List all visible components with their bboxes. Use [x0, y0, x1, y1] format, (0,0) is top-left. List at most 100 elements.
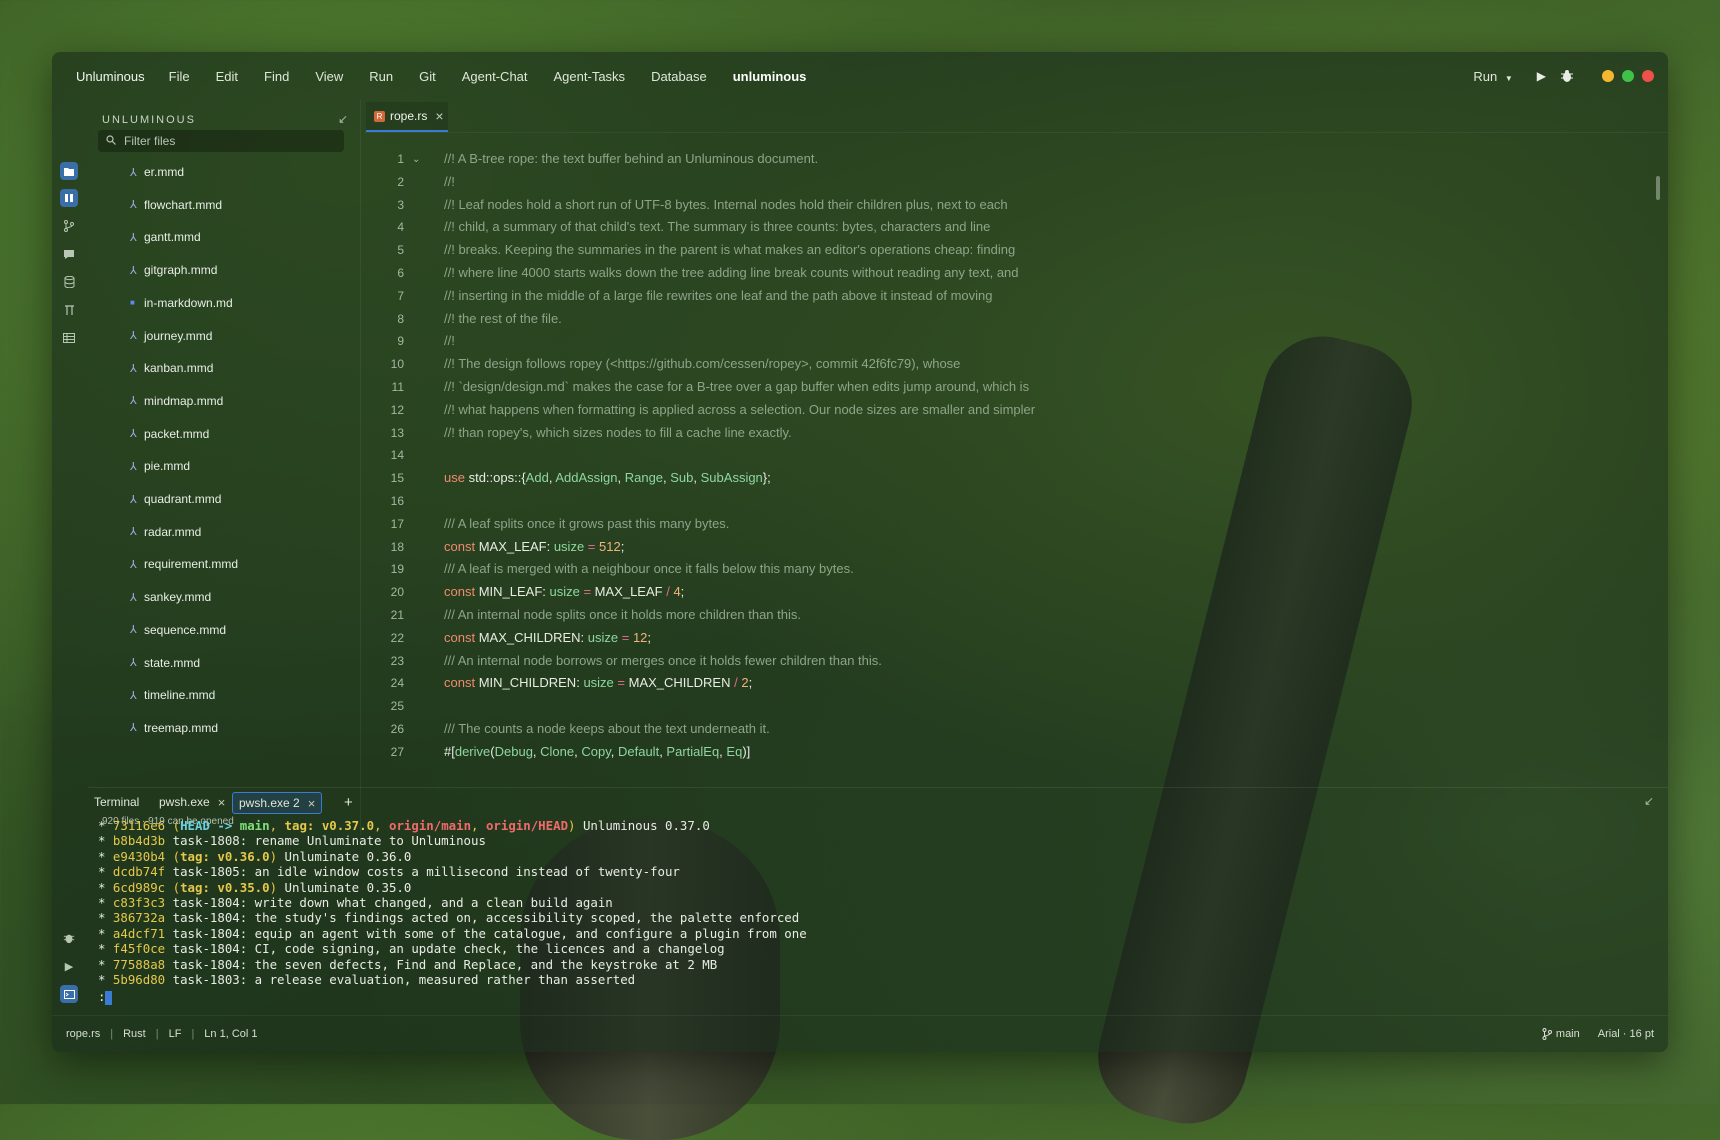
fold-chevron-icon[interactable]: ⌄: [412, 154, 420, 165]
status-file[interactable]: rope.rs: [66, 1028, 100, 1040]
file-item[interactable]: ⅄ gitgraph.mmd: [130, 260, 217, 280]
menu-file[interactable]: File: [169, 69, 190, 84]
file-item[interactable]: ⅄ pie.mmd: [130, 456, 190, 476]
minimize-button[interactable]: [1602, 70, 1614, 82]
code-token: 2: [741, 675, 749, 691]
file-name: timeline.mmd: [144, 688, 216, 703]
pages-icon[interactable]: [60, 189, 78, 207]
close-icon[interactable]: ×: [308, 796, 316, 811]
database-icon[interactable]: [60, 273, 78, 291]
log-token: *: [98, 833, 113, 849]
menu-agent-chat[interactable]: Agent-Chat: [462, 69, 528, 84]
code-token: use: [444, 470, 469, 486]
play-icon[interactable]: ▶: [1537, 69, 1546, 83]
line-number: 2: [397, 174, 404, 189]
explorer-icon[interactable]: [60, 162, 78, 180]
table-icon[interactable]: [60, 329, 78, 347]
code-token: 512: [599, 538, 621, 554]
menu-agent-tasks[interactable]: Agent-Tasks: [554, 69, 626, 84]
source-control-icon[interactable]: [60, 217, 78, 235]
tab-pwsh-2[interactable]: pwsh.exe 2 ×: [232, 792, 323, 814]
code-line: #[derive(Debug, Clone, Copy, Default, Pa…: [444, 744, 750, 759]
log-token: HEAD ->: [180, 818, 240, 833]
code-line: //! child, a summary of that child's tex…: [444, 219, 990, 234]
line-number: 14: [390, 448, 404, 463]
status-language[interactable]: Rust: [123, 1028, 146, 1040]
file-item[interactable]: ⅄ radar.mmd: [130, 522, 201, 542]
code-line: const MIN_CHILDREN: usize = MAX_CHILDREN…: [444, 675, 752, 690]
chat-icon[interactable]: [60, 245, 78, 263]
code-token: #[: [444, 743, 455, 759]
menu-edit[interactable]: Edit: [216, 69, 238, 84]
file-item[interactable]: ⅄ requirement.mmd: [130, 554, 238, 574]
project-name: unluminous: [732, 68, 807, 84]
file-item[interactable]: ⅄ state.mmd: [130, 653, 200, 673]
run-config-select[interactable]: Run ▼: [1473, 69, 1512, 84]
file-item[interactable]: ⅄ kanban.mmd: [130, 358, 213, 378]
debug-icon[interactable]: [60, 929, 78, 947]
code-token: const: [444, 629, 479, 645]
log-token: tag: v0.36.0: [180, 848, 270, 864]
log-token: *: [98, 956, 113, 972]
status-position[interactable]: Ln 1, Col 1: [204, 1028, 257, 1040]
new-terminal-button[interactable]: +: [344, 792, 353, 812]
line-number: 27: [390, 744, 404, 759]
file-item[interactable]: ⅄ flowchart.mmd: [130, 195, 222, 215]
log-token: (: [172, 848, 181, 864]
menu-view[interactable]: View: [315, 69, 343, 84]
tab-rope-rs[interactable]: R rope.rs ×: [366, 102, 448, 132]
git-log-line: * f45f0ce task-1804: CI, code signing, a…: [98, 941, 807, 956]
app-name[interactable]: Unluminous: [76, 69, 145, 84]
code-token: //! where line 4000 starts walks down th…: [444, 265, 1019, 280]
diagram-icon: ⅄: [130, 657, 137, 669]
file-item[interactable]: ⅄ timeline.mmd: [130, 685, 215, 705]
status-eol[interactable]: LF: [169, 1028, 182, 1040]
terminal-output[interactable]: * 73116e6 (HEAD -> main, tag: v0.37.0, o…: [98, 818, 807, 1005]
file-item[interactable]: ⅄ journey.mmd: [130, 326, 212, 346]
chevron-down-icon: ▼: [1504, 73, 1513, 83]
bug-icon[interactable]: [1560, 69, 1574, 83]
line-number: 1: [397, 152, 404, 166]
file-item[interactable]: ⅄ gantt.mmd: [130, 227, 201, 247]
collapse-icon[interactable]: ↙: [1644, 794, 1654, 808]
menu-find[interactable]: Find: [264, 69, 289, 84]
file-item[interactable]: ⅄ er.mmd: [130, 162, 184, 182]
diagram-icon: ⅄: [130, 722, 137, 735]
status-font[interactable]: Arial · 16 pt: [1598, 1028, 1654, 1040]
terminal-prompt[interactable]: :: [98, 989, 807, 1005]
menu-database[interactable]: Database: [651, 69, 707, 84]
file-item[interactable]: ⅄ sequence.mmd: [130, 620, 226, 640]
file-item[interactable]: ⅄ treemap.mmd: [130, 718, 218, 738]
menu-git[interactable]: Git: [419, 69, 436, 84]
file-item[interactable]: ⅄ packet.mmd: [130, 424, 209, 444]
file-item[interactable]: ⅄ mindmap.mmd: [130, 391, 223, 411]
close-icon[interactable]: ×: [435, 108, 443, 124]
code-token: Range: [624, 470, 664, 486]
code-token: usize: [587, 629, 619, 645]
collapse-icon[interactable]: ↙: [338, 112, 348, 126]
menu-run[interactable]: Run: [369, 69, 393, 84]
terminal-icon[interactable]: [60, 985, 78, 1003]
log-token: task-1804: the seven defects, Find and R…: [172, 956, 718, 972]
code-token: ,: [617, 470, 625, 486]
code-line: /// An internal node splits once it hold…: [444, 607, 801, 622]
tasks-icon[interactable]: [60, 301, 78, 319]
zoom-button[interactable]: [1622, 70, 1634, 82]
editor-scrollbar[interactable]: [1656, 176, 1660, 200]
code-token: //! A B-tree rope: the text buffer behin…: [444, 151, 819, 166]
filter-files-input[interactable]: [122, 133, 326, 149]
file-item[interactable]: ⅄ quadrant.mmd: [130, 489, 221, 509]
branch-icon: [1542, 1028, 1552, 1040]
code-line: /// An internal node borrows or merges o…: [444, 653, 882, 668]
code-token: MIN_LEAF:: [478, 584, 550, 600]
close-button[interactable]: [1642, 70, 1654, 82]
run-icon[interactable]: ▶: [60, 957, 78, 975]
file-name: packet.mmd: [144, 426, 210, 441]
file-item[interactable]: ⅄ sankey.mmd: [130, 587, 211, 607]
file-item[interactable]: ■ in-markdown.md: [130, 293, 233, 313]
tab-pwsh[interactable]: pwsh.exe ×: [159, 792, 225, 812]
status-branch[interactable]: main: [1542, 1028, 1580, 1040]
close-icon[interactable]: ×: [218, 795, 226, 810]
code-token: };: [762, 470, 771, 486]
diagram-icon: ⅄: [130, 199, 137, 212]
